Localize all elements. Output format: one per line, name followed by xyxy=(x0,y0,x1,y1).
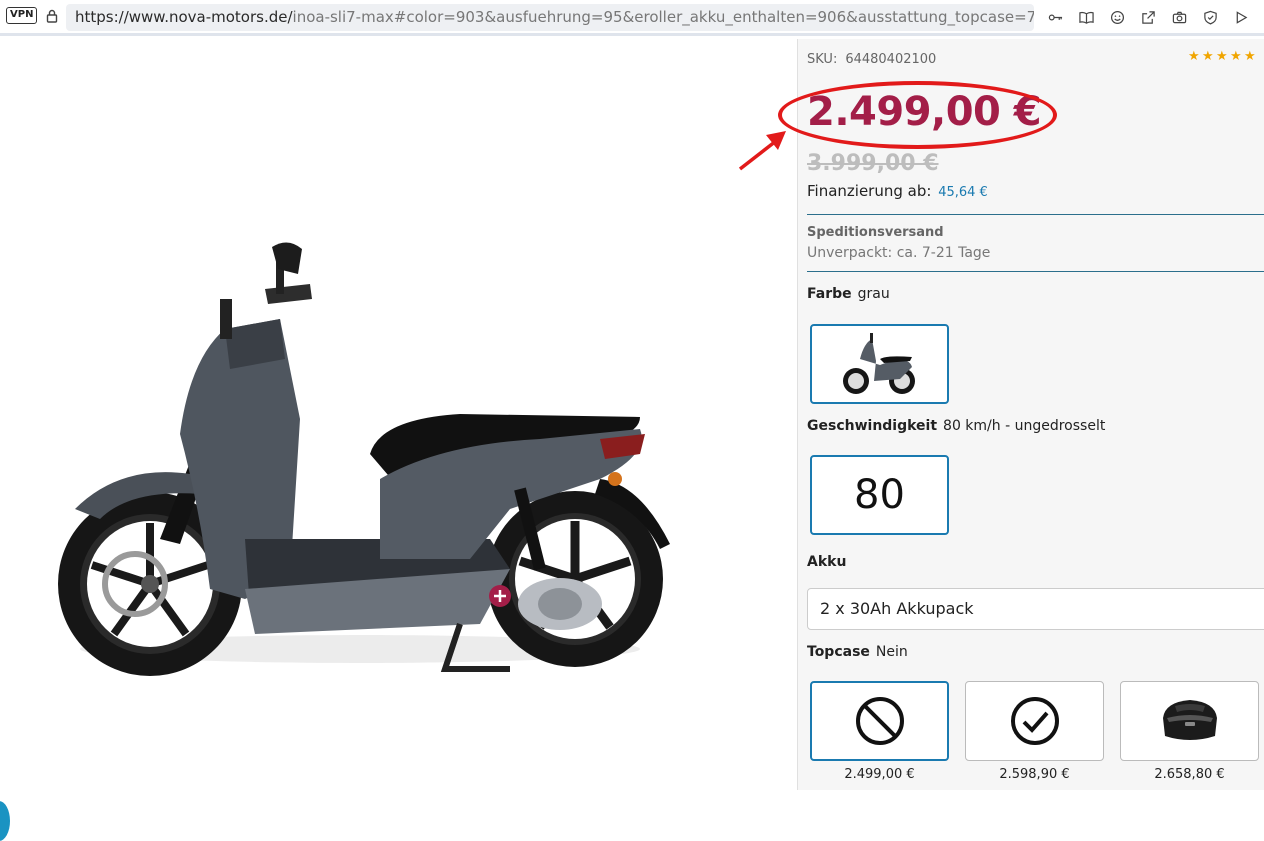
speed-value: 80 km/h - ungedrosselt xyxy=(943,418,1106,434)
star-icon: ★ xyxy=(1216,49,1228,64)
topcase-price-box: 2.658,80 € xyxy=(1154,767,1225,782)
no-icon xyxy=(855,697,904,745)
highlight-arrow-icon xyxy=(738,131,786,171)
play-icon[interactable] xyxy=(1226,6,1257,28)
divider xyxy=(807,214,1264,215)
speed-tile-text: 80 xyxy=(854,472,905,518)
sku: SKU: 64480402100 xyxy=(807,52,936,67)
url-path: inoa-sli7-max#color=903&ausfuehrung=95&e… xyxy=(292,8,1034,26)
camera-icon[interactable] xyxy=(1164,6,1195,28)
divider xyxy=(807,271,1264,272)
shield-icon[interactable] xyxy=(1195,6,1226,28)
lock-icon[interactable] xyxy=(46,9,58,23)
color-swatch-grey[interactable] xyxy=(810,324,949,404)
battery-select[interactable]: 2 x 30Ah Akkupack xyxy=(807,588,1264,630)
rating-stars[interactable]: ★ ★ ★ ★ ★ xyxy=(1188,49,1256,64)
color-value: grau xyxy=(857,286,890,302)
share-icon[interactable] xyxy=(1133,6,1164,28)
shipping-time: Unverpackt: ca. 7-21 Tage xyxy=(807,245,991,261)
reader-icon[interactable] xyxy=(1071,6,1102,28)
topcase-option-box[interactable] xyxy=(1120,681,1259,761)
shipping-title: Speditionsversand xyxy=(807,225,944,240)
browser-toolbar: VPN https://www.nova-motors.de/inoa-sli7… xyxy=(0,0,1264,36)
topcase-value: Nein xyxy=(875,644,908,660)
globe-icon[interactable] xyxy=(1257,6,1264,28)
topcase-option-no[interactable] xyxy=(810,681,949,761)
key-icon[interactable] xyxy=(1040,6,1071,28)
speed-label: Geschwindigkeit xyxy=(807,418,938,434)
color-option-label: Farbe grau xyxy=(807,286,890,302)
topcase-price-no: 2.499,00 € xyxy=(844,767,915,782)
star-icon: ★ xyxy=(1202,49,1214,64)
scooter-product-image[interactable] xyxy=(40,239,680,679)
color-label: Farbe xyxy=(807,286,852,302)
topcase-option-label: Topcase Nein xyxy=(807,644,908,660)
star-icon: ★ xyxy=(1244,49,1256,64)
battery-label: Akku xyxy=(807,554,847,570)
topcase-price-yes: 2.598,90 € xyxy=(999,767,1070,782)
url-host: https://www.nova-motors.de/ xyxy=(75,8,293,26)
toolbar-icons xyxy=(1040,6,1264,28)
check-icon xyxy=(1010,697,1059,745)
url-field[interactable]: https://www.nova-motors.de/inoa-sli7-max… xyxy=(66,4,1034,31)
topcase-box-icon xyxy=(1162,700,1217,740)
emoji-icon[interactable] xyxy=(1102,6,1133,28)
scooter-thumbnail-image xyxy=(842,333,915,394)
product-gallery[interactable] xyxy=(0,39,797,841)
speed-option-80[interactable]: 80 xyxy=(810,455,949,535)
star-icon: ★ xyxy=(1230,49,1242,64)
battery-option-label: Akku xyxy=(807,554,852,570)
highlight-ellipse xyxy=(778,81,1057,149)
product-details-panel: SKU: 64480402100 ★ ★ ★ ★ ★ 2.499,00 € 3.9… xyxy=(738,39,1264,790)
old-price: 3.999,00 € xyxy=(807,151,939,176)
star-icon: ★ xyxy=(1188,49,1200,64)
topcase-option-yes[interactable] xyxy=(965,681,1104,761)
speed-option-label: Geschwindigkeit 80 km/h - ungedrosselt xyxy=(807,418,1105,434)
sku-value: 64480402100 xyxy=(845,52,937,67)
financing: Finanzierung ab: 45,64 € xyxy=(807,182,988,200)
help-chat-button[interactable] xyxy=(0,801,10,841)
finance-amount-link[interactable]: 45,64 € xyxy=(938,185,988,200)
sku-label: SKU: xyxy=(807,52,838,67)
vpn-badge[interactable]: VPN xyxy=(6,7,38,24)
topcase-label: Topcase xyxy=(807,644,870,660)
finance-label: Finanzierung ab: xyxy=(807,182,932,200)
